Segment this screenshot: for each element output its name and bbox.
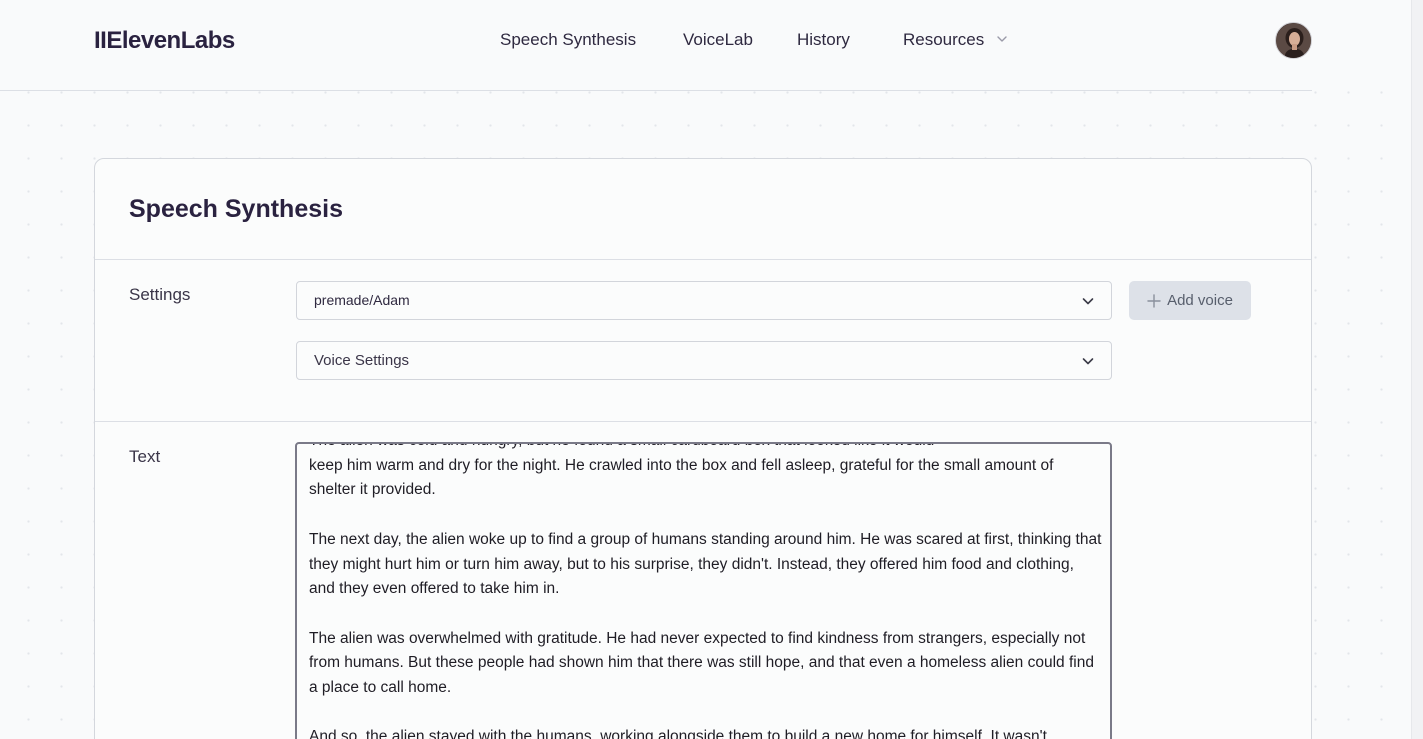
nav-history[interactable]: History bbox=[797, 30, 850, 50]
nav-resources[interactable]: Resources bbox=[903, 30, 1009, 50]
top-header: IIElevenLabs Speech Synthesis VoiceLab H… bbox=[0, 0, 1411, 91]
nav-speech-synthesis[interactable]: Speech Synthesis bbox=[500, 30, 636, 50]
user-avatar[interactable] bbox=[1275, 22, 1312, 59]
header-divider bbox=[0, 90, 1312, 91]
voice-settings-dropdown[interactable]: Voice Settings bbox=[296, 341, 1112, 380]
page-title: Speech Synthesis bbox=[129, 195, 343, 223]
voice-select-value: premade/Adam bbox=[314, 292, 410, 308]
settings-divider bbox=[95, 421, 1311, 422]
add-voice-label: Add voice bbox=[1167, 292, 1233, 309]
text-input[interactable]: The alien was cold and hungry, but he fo… bbox=[295, 442, 1112, 739]
voice-settings-label: Voice Settings bbox=[314, 352, 410, 369]
chevron-down-icon bbox=[1082, 298, 1094, 305]
chevron-down-icon bbox=[997, 36, 1007, 42]
speech-synthesis-card: Speech Synthesis Settings premade/Adam A… bbox=[94, 158, 1312, 739]
voice-select[interactable]: premade/Adam bbox=[296, 281, 1112, 320]
plus-icon bbox=[1147, 293, 1161, 308]
title-divider bbox=[95, 259, 1311, 260]
page-scrollbar[interactable] bbox=[1411, 0, 1423, 739]
nav-resources-label: Resources bbox=[903, 30, 985, 49]
elevenlabs-logo[interactable]: IIElevenLabs bbox=[94, 27, 235, 55]
text-label: Text bbox=[129, 447, 161, 466]
settings-label: Settings bbox=[129, 285, 191, 304]
nav-voicelab[interactable]: VoiceLab bbox=[683, 30, 753, 50]
avatar-portrait-icon bbox=[1276, 23, 1311, 58]
chevron-down-icon bbox=[1082, 358, 1094, 365]
add-voice-button[interactable]: Add voice bbox=[1129, 281, 1251, 320]
text-input-content: The alien was cold and hungry, but he fo… bbox=[309, 444, 1102, 739]
